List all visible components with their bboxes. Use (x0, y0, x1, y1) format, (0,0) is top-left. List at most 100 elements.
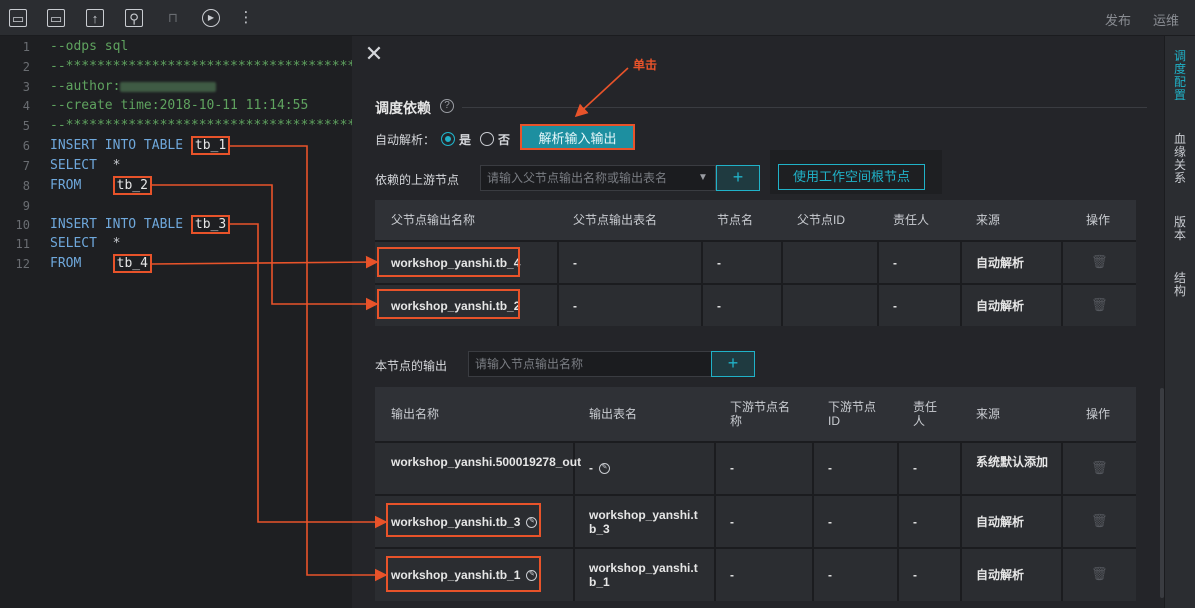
col-header: 责任人 (893, 213, 930, 227)
help-icon[interactable]: ? (440, 99, 454, 113)
node-name: - (730, 568, 734, 582)
trash-icon[interactable]: 🗑 (1091, 460, 1108, 476)
trash-icon[interactable]: 🗑 (1091, 566, 1108, 582)
add-upstream-button[interactable]: + (716, 165, 760, 191)
tab-structure[interactable]: 结构 (1173, 272, 1187, 298)
node-name: - (730, 461, 734, 475)
col-header: 操作 (1086, 407, 1111, 421)
trash-icon[interactable]: 🗑 (1091, 254, 1108, 270)
tab-schedule-config[interactable]: 调度配置 (1173, 50, 1187, 102)
trash-icon[interactable]: 🗑 (1091, 297, 1108, 313)
table-ref-tb2: tb_2 (112, 176, 152, 195)
col-header: 输出名称 (391, 407, 440, 421)
table-name: - (573, 256, 577, 270)
table-name: workshop_yanshi.tb_3 (589, 508, 698, 536)
toolbar: ▭ ▭ ↑ ⚲ ⊓ ▶ ⋮ 发布 运维 (0, 0, 1195, 36)
right-side-tabs: 调度配置 血缘关系 版本 结构 (1164, 36, 1195, 608)
upstream-search-input[interactable]: 请输入父节点输出名称或输出表名 (480, 165, 716, 191)
node-name: - (730, 515, 734, 529)
source: 自动解析 (976, 568, 1025, 582)
code-line: 10 INSERT INTO TABLE tb_3 (0, 215, 352, 235)
col-header: 输出表名 (589, 407, 638, 421)
code-line: 3 --author: (0, 77, 352, 97)
divider (462, 107, 1147, 108)
col-header: 父节点输出表名 (573, 213, 658, 227)
code-line: 1 --odps sql (22, 39, 129, 54)
auto-parse-label: 自动解析： (375, 133, 436, 147)
use-workspace-root-button[interactable]: 使用工作空间根节点 (778, 164, 925, 190)
run-icon[interactable]: ▶ (202, 9, 220, 27)
dataworks-editor: ▭ ▭ ↑ ⚲ ⊓ ▶ ⋮ 发布 运维 1 --odps sql 2 --*****… (0, 0, 1195, 608)
add-output-button[interactable]: + (711, 351, 755, 377)
more-icon[interactable]: ⋮ (237, 9, 255, 27)
code-line: 8 FROM tb_2 (0, 176, 352, 196)
section-title: 调度依赖 (375, 100, 431, 116)
col-header: 下游节点名称 (730, 400, 791, 428)
node-name: - (717, 299, 721, 313)
radio-no[interactable] (480, 132, 494, 146)
code-line: 6 INSERT INTO TABLE tb_1 (0, 136, 352, 156)
tab-lineage[interactable]: 血缘关系 (1173, 133, 1187, 185)
col-header: 操作 (1086, 213, 1111, 227)
upstream-label: 依赖的上游节点 (375, 173, 460, 187)
radio-yes-label: 是 (459, 133, 472, 147)
trash-icon[interactable]: 🗑 (1091, 513, 1108, 529)
chevron-down-icon[interactable]: ▼ (698, 172, 708, 183)
source: 自动解析 (976, 299, 1025, 313)
table-ref-tb1: tb_1 (190, 136, 231, 155)
table-header: 输出名称 输出表名 下游节点名称 下游节点ID 责任人 来源 操作 (375, 387, 1136, 441)
steal-lock-icon[interactable]: ⚲ (125, 9, 143, 27)
source: 自动解析 (976, 256, 1025, 270)
col-header: 父节点ID (797, 213, 846, 227)
parse-io-button[interactable]: 解析输入输出 (520, 124, 635, 150)
col-header: 父节点输出名称 (391, 213, 476, 227)
save-as-icon[interactable]: ▭ (47, 9, 65, 27)
source: 系统默认添加 (976, 455, 1049, 469)
publish-button[interactable]: 发布 (1105, 10, 1131, 29)
click-annotation: 单击 (633, 58, 658, 72)
source: 自动解析 (976, 515, 1025, 529)
highlight-box (377, 289, 520, 319)
code-editor[interactable]: 1 --odps sql 2 --*************************… (0, 36, 352, 608)
redacted-author (120, 81, 217, 92)
col-header: 责任人 (913, 400, 938, 428)
node-id: - (828, 461, 832, 475)
radio-yes[interactable] (441, 132, 455, 146)
output-label: 本节点的输出 (375, 359, 448, 373)
code-line: 9 (22, 199, 30, 213)
node-id: - (828, 515, 832, 529)
table-ref-tb3: tb_3 (190, 215, 231, 234)
highlight-box (386, 556, 541, 592)
code-line: 11 SELECT * (15, 236, 121, 251)
output-name-input[interactable]: 请输入节点输出名称 (468, 351, 712, 377)
col-header: 来源 (976, 213, 1001, 227)
highlight-box (386, 503, 541, 537)
node-id: - (828, 568, 832, 582)
owner: - (913, 461, 917, 475)
col-header: 来源 (976, 407, 1001, 421)
code-line: 2--*************************************… (22, 59, 352, 74)
save-icon[interactable]: ▭ (9, 9, 27, 27)
code-line: 7 SELECT * (22, 158, 121, 173)
owner: - (913, 515, 917, 529)
edit-icon[interactable]: ✎ (599, 463, 610, 475)
lock-icon: ⊓ (167, 10, 179, 25)
table-name: - (573, 299, 577, 313)
output-name: workshop_yanshi.500019278_out (391, 455, 582, 469)
code-line: 5--*************************************… (22, 118, 352, 133)
code-line: 12 FROM tb_4 (0, 254, 352, 274)
code-line: 4 --create time:2018-10-11 11:14:55 (22, 98, 309, 113)
submit-icon[interactable]: ↑ (86, 9, 104, 27)
table-row: workshop_yanshi.500019278_out - ✎ - - - 系… (375, 441, 1136, 494)
highlight-box (377, 247, 520, 277)
table-name: workshop_yanshi.tb_1 (589, 561, 698, 589)
ops-button[interactable]: 运维 (1153, 10, 1179, 29)
tab-version[interactable]: 版本 (1173, 216, 1187, 242)
owner: - (913, 568, 917, 582)
close-icon[interactable]: ✕ (364, 43, 384, 65)
owner: - (893, 299, 897, 313)
table-header: 父节点输出名称 父节点输出表名 节点名 父节点ID 责任人 来源 操作 (375, 200, 1136, 240)
owner: - (893, 256, 897, 270)
col-header: 节点名 (717, 213, 754, 227)
table-ref-tb4: tb_4 (112, 254, 152, 273)
